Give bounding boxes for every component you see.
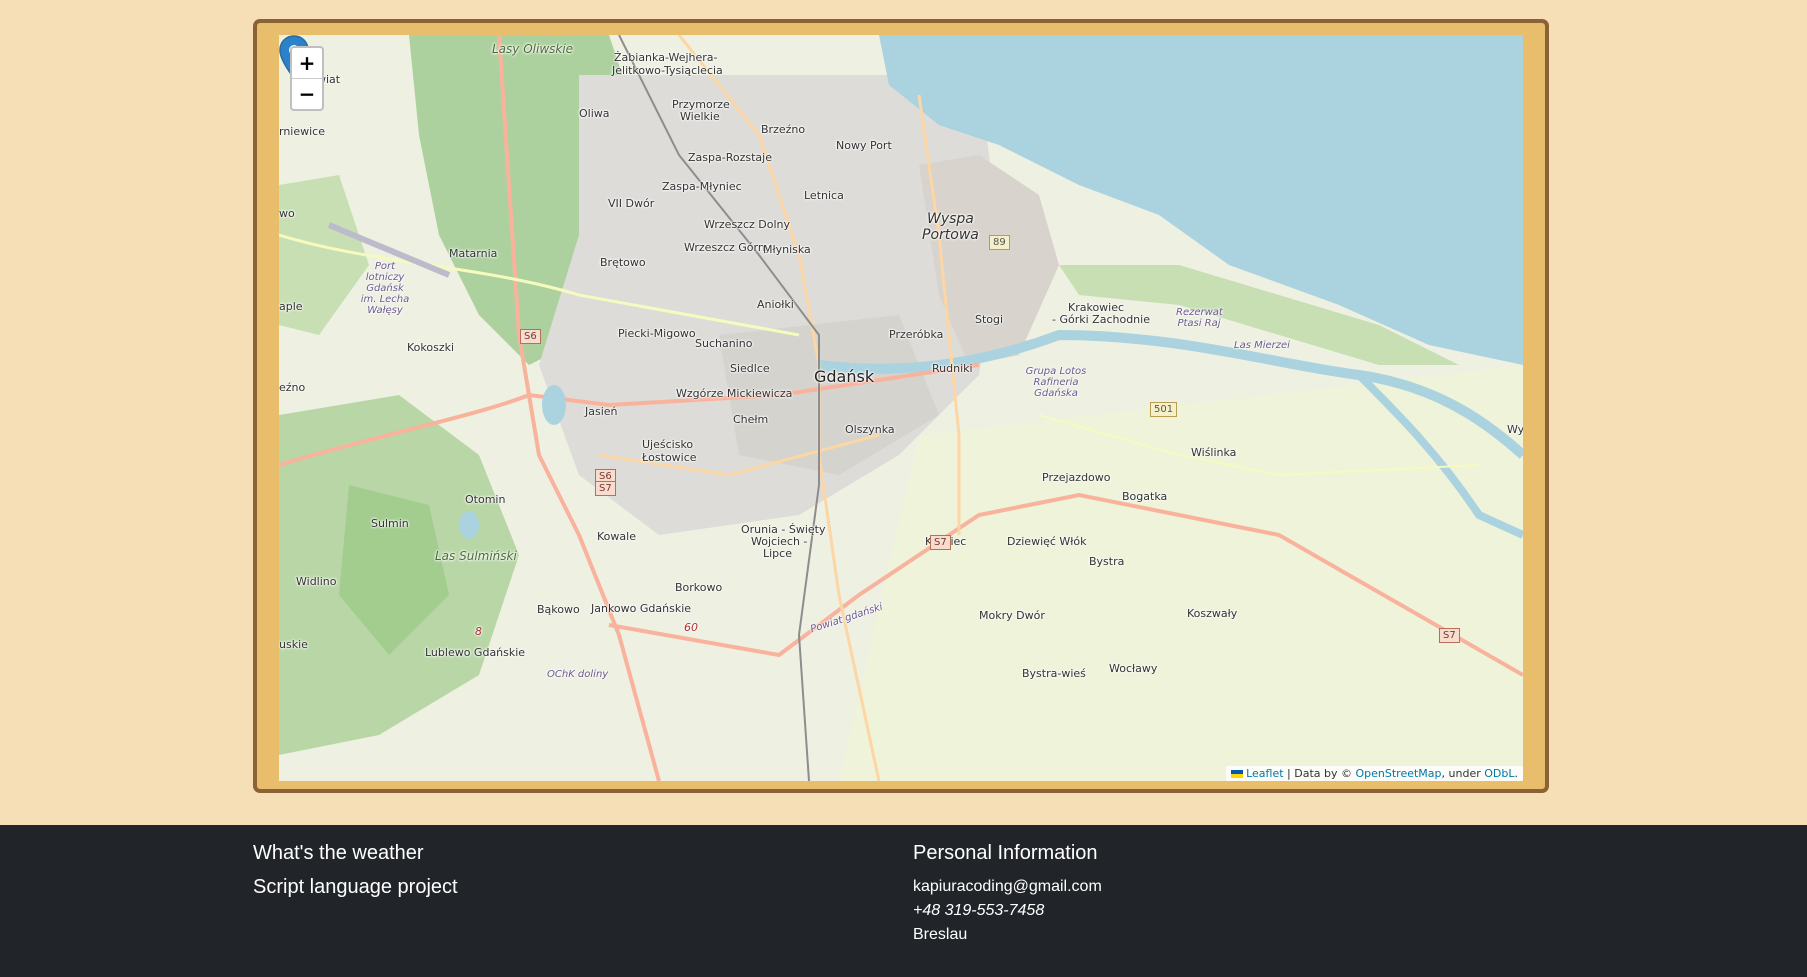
map-label-olszynka: Olszynka (845, 423, 895, 436)
footer-project-info: What's the weather Script language proje… (253, 841, 458, 909)
map-label-bretowo: Brętowo (600, 256, 646, 269)
footer-personal-title: Personal Information (913, 842, 1098, 864)
leaflet-link[interactable]: Leaflet (1246, 767, 1283, 780)
map-label-wislinka: Wiślinka (1191, 446, 1237, 459)
map-label-uskie: uskie (279, 638, 308, 651)
attribution-sep: | Data by © (1283, 767, 1356, 780)
map-label-bogatka: Bogatka (1122, 490, 1168, 503)
road-shield: S7 (1439, 628, 1460, 643)
footer-phone: +48 319-553-7458 (913, 902, 1045, 919)
map-label-las-sulminski: Las Sulmiński (435, 549, 517, 563)
map-card: Gdańsk Wyspa Portowa Lasy Oliwskie Żabia… (253, 19, 1549, 793)
road-number: 60 (684, 621, 698, 634)
map-label-przejazdowo: Przejazdowo (1042, 471, 1111, 484)
attribution-under: , under (1441, 767, 1485, 780)
map-label-otomin: Otomin (465, 493, 506, 506)
map-label-oliwa: Oliwa (579, 107, 610, 120)
map-label-wys: Wys (1507, 423, 1523, 436)
map-label-wyspa: Wyspa (927, 211, 974, 227)
page-footer: What's the weather Script language proje… (0, 825, 1807, 977)
attribution-end: . (1514, 767, 1519, 780)
map-label-lublewo: Lublewo Gdańskie (425, 646, 526, 659)
map-label-jasien: Jasień (585, 405, 618, 418)
map-label-grupa-lotos: Grupa Lotos Rafineria Gdańska (1025, 366, 1087, 399)
map-label-brzezno: Brzeźno (761, 123, 806, 136)
footer-app-title: What's the weather (253, 842, 424, 864)
map-label-widlino: Widlino (296, 575, 337, 588)
zoom-control: + − (290, 46, 324, 111)
map-label-wzgorze: Wzgórze Mickiewicza (676, 387, 793, 400)
map-label-piecki: Piecki-Migowo (618, 327, 696, 340)
road-shield: S7 (595, 481, 616, 496)
map-label-portowa: Portowa (922, 227, 979, 243)
map-label-rezerwat: Rezerwat Ptasi Raj (1176, 307, 1223, 329)
ukraine-flag-icon (1231, 770, 1244, 778)
map-label-ujescisko: Ujeścisko (642, 438, 694, 451)
map-label-chelm: Chełm (733, 413, 769, 426)
map-label-wrzeszcz-gorny: Wrzeszcz Górny (684, 241, 772, 254)
map-label-aple: aple (279, 300, 303, 313)
map-label-mokry-dwor: Mokry Dwór (979, 609, 1045, 622)
map-label-rudniki: Rudniki (932, 362, 973, 375)
road-shield: 89 (989, 235, 1010, 250)
map-label-nowy-port: Nowy Port (836, 139, 892, 152)
map-label-rniewice: rniewice (279, 125, 325, 138)
footer-app-subtitle: Script language project (253, 876, 458, 898)
map-label-jankowo: Jankowo Gdańskie (591, 602, 692, 615)
map-label-ochk: OChK doliny (547, 669, 609, 680)
map-label-las-mierzei: Las Mierzei (1234, 340, 1290, 351)
zoom-out-button[interactable]: − (292, 79, 322, 109)
map-label-sulmin: Sulmin (371, 517, 409, 530)
road-number: 8 (475, 625, 482, 638)
map-label-wielkie: Wielkie (680, 110, 720, 123)
map-label-ezno: eźno (279, 381, 306, 394)
map-label-gorki: - Górki Zachodnie (1052, 313, 1150, 326)
map-label-matarnia: Matarnia (449, 247, 498, 260)
map-label-lasy-oliwskie: Lasy Oliwskie (492, 42, 574, 56)
footer-email: kapiuracoding@gmail.com (913, 878, 1102, 895)
map-label-dziewiec: Dziewięć Włók (1007, 535, 1087, 548)
map-label-kokoszki: Kokoszki (407, 341, 455, 354)
map-label-letnica: Letnica (804, 189, 844, 202)
map-label-bystra-wies: Bystra-wieś (1022, 667, 1086, 680)
road-shield: 501 (1150, 402, 1178, 417)
map-tiles (279, 35, 1523, 781)
map-label-siedlce: Siedlce (730, 362, 770, 375)
map-label-zabianka: Żabianka-Wejhera- (614, 51, 718, 64)
footer-city: Breslau (913, 926, 968, 943)
zoom-in-button[interactable]: + (292, 48, 322, 79)
map-label-zaspa-mlyniec: Zaspa-Młyniec (662, 180, 742, 193)
road-shield: S6 (520, 329, 541, 344)
map-label-mlyniska: Młyniska (763, 243, 811, 256)
footer-personal-info: Personal Information kapiuracoding@gmail… (913, 841, 1102, 947)
map-label-bakowo: Bąkowo (537, 603, 580, 616)
map-label-przerobka: Przeróbka (889, 328, 944, 341)
map-label-borkowo: Borkowo (675, 581, 723, 594)
map-label-gdansk: Gdańsk (814, 367, 875, 386)
map-label-jelitkowo: Jelitkowo-Tysiąclecia (612, 64, 723, 77)
map-label-lipce: Lipce (763, 547, 792, 560)
map-label-suchanino: Suchanino (695, 337, 753, 350)
map-label-stogi: Stogi (975, 313, 1004, 326)
map-viewport[interactable]: Gdańsk Wyspa Portowa Lasy Oliwskie Żabia… (279, 35, 1523, 781)
road-shield: S7 (930, 535, 951, 550)
map-label-zaspa-rozstaje: Zaspa-Rozstaje (688, 151, 772, 164)
map-label-bystra: Bystra (1089, 555, 1125, 568)
map-label-airport: Port lotniczy Gdańsk im. Lecha Wałęsy (360, 261, 410, 316)
map-label-wrzeszcz-dolny: Wrzeszcz Dolny (704, 218, 791, 231)
map-label-aniolki: Aniołki (757, 298, 794, 311)
osm-link[interactable]: OpenStreetMap (1356, 767, 1442, 780)
map-label-koszwaly: Koszwały (1187, 607, 1238, 620)
map-label-kowale: Kowale (597, 530, 636, 543)
map-label-wo: wo (279, 207, 295, 220)
map-label-woclawy: Wocławy (1109, 662, 1158, 675)
map-label-vii-dwor: VII Dwór (608, 197, 655, 210)
map-label-lostowice: Łostowice (642, 451, 697, 464)
odbl-link[interactable]: ODbL (1484, 767, 1514, 780)
map-attribution: Leaflet | Data by © OpenStreetMap, under… (1226, 766, 1523, 781)
